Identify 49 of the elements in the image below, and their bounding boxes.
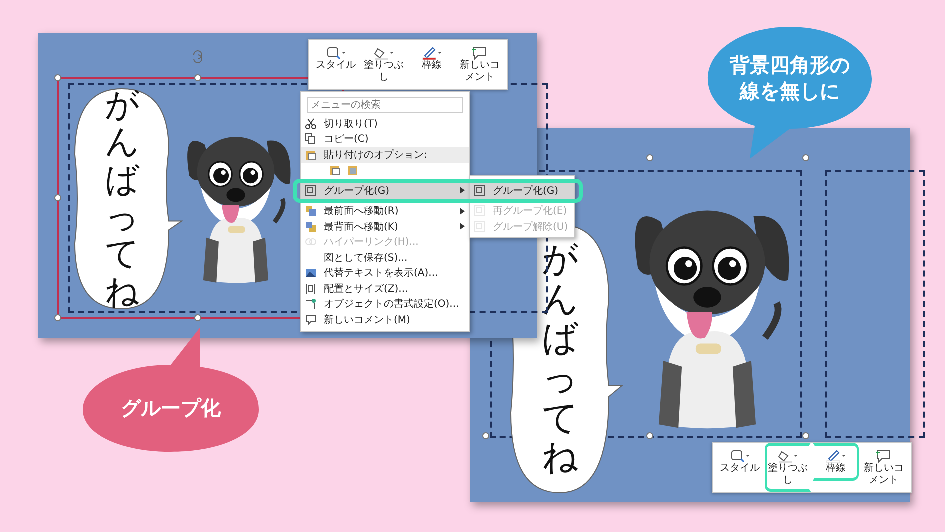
paint-bucket-icon — [777, 449, 799, 463]
size-icon — [305, 282, 317, 295]
pen-icon — [421, 46, 443, 60]
callout-text: 背景四角形の 線を無しに — [728, 52, 851, 104]
group-icon — [474, 184, 486, 197]
paste-option-icon[interactable] — [329, 164, 341, 176]
group-icon — [474, 220, 486, 233]
comment-icon — [305, 314, 317, 326]
submenu-arrow-icon — [460, 223, 465, 230]
menu-item[interactable]: 配置とサイズ(Z)... — [301, 281, 469, 296]
paste-option-icon[interactable] — [347, 164, 359, 176]
shape-style-icon — [729, 449, 751, 463]
menu-item[interactable]: 最背面へ移動(K) — [301, 219, 469, 234]
submenu-arrow-icon — [460, 187, 465, 194]
menu-item[interactable]: 代替テキストを表示(A)... — [301, 266, 469, 281]
toolbar-button[interactable]: 塗りつぶし — [768, 448, 808, 487]
menu-item[interactable]: グループ化(G) — [470, 183, 574, 198]
toolbar-button[interactable]: 枠線 — [412, 45, 452, 72]
bring-front-icon — [305, 205, 317, 218]
group-icon — [474, 205, 486, 218]
image-icon — [305, 267, 317, 280]
paint-bucket-icon — [373, 46, 395, 60]
menu-item[interactable]: 最前面へ移動(R) — [301, 204, 469, 219]
toolbar-button[interactable]: スタイル — [316, 45, 356, 72]
menu-item[interactable]: 切り取り(T) — [301, 116, 469, 132]
link-icon — [305, 236, 317, 248]
submenu-arrow-icon — [460, 208, 465, 215]
menu-header: 貼り付けのオプション: — [301, 147, 469, 162]
speech-text: がんばってね — [105, 86, 139, 312]
clipboard-icon — [305, 148, 317, 161]
menu-item[interactable]: コピー(C) — [301, 132, 469, 147]
callout-text: グループ化 — [120, 395, 222, 421]
toolbar-button[interactable]: 塗りつぶし — [364, 45, 404, 84]
format-icon — [305, 298, 317, 310]
menu-item[interactable]: 新しいコメント(M) — [301, 312, 469, 328]
scissors-icon — [305, 118, 317, 130]
copy-icon — [305, 133, 317, 146]
send-back-icon — [305, 220, 317, 233]
group-icon — [305, 184, 317, 197]
toolbar-button[interactable]: 新しいコメント — [864, 448, 904, 487]
menu-search-field[interactable]: メニューの検索 — [307, 97, 463, 113]
toolbar-button[interactable]: スタイル — [720, 448, 760, 476]
menu-item[interactable]: グループ化(G) — [301, 183, 469, 198]
toolbar-button[interactable]: 枠線 — [816, 448, 856, 476]
shape-style-icon — [325, 46, 347, 60]
menu-item[interactable]: オブジェクトの書式設定(O)... — [301, 296, 469, 312]
toolbar-button[interactable]: 新しいコメント — [460, 45, 500, 84]
menu-item[interactable]: 図として保存(S)... — [301, 250, 469, 266]
pen-icon — [825, 449, 847, 463]
